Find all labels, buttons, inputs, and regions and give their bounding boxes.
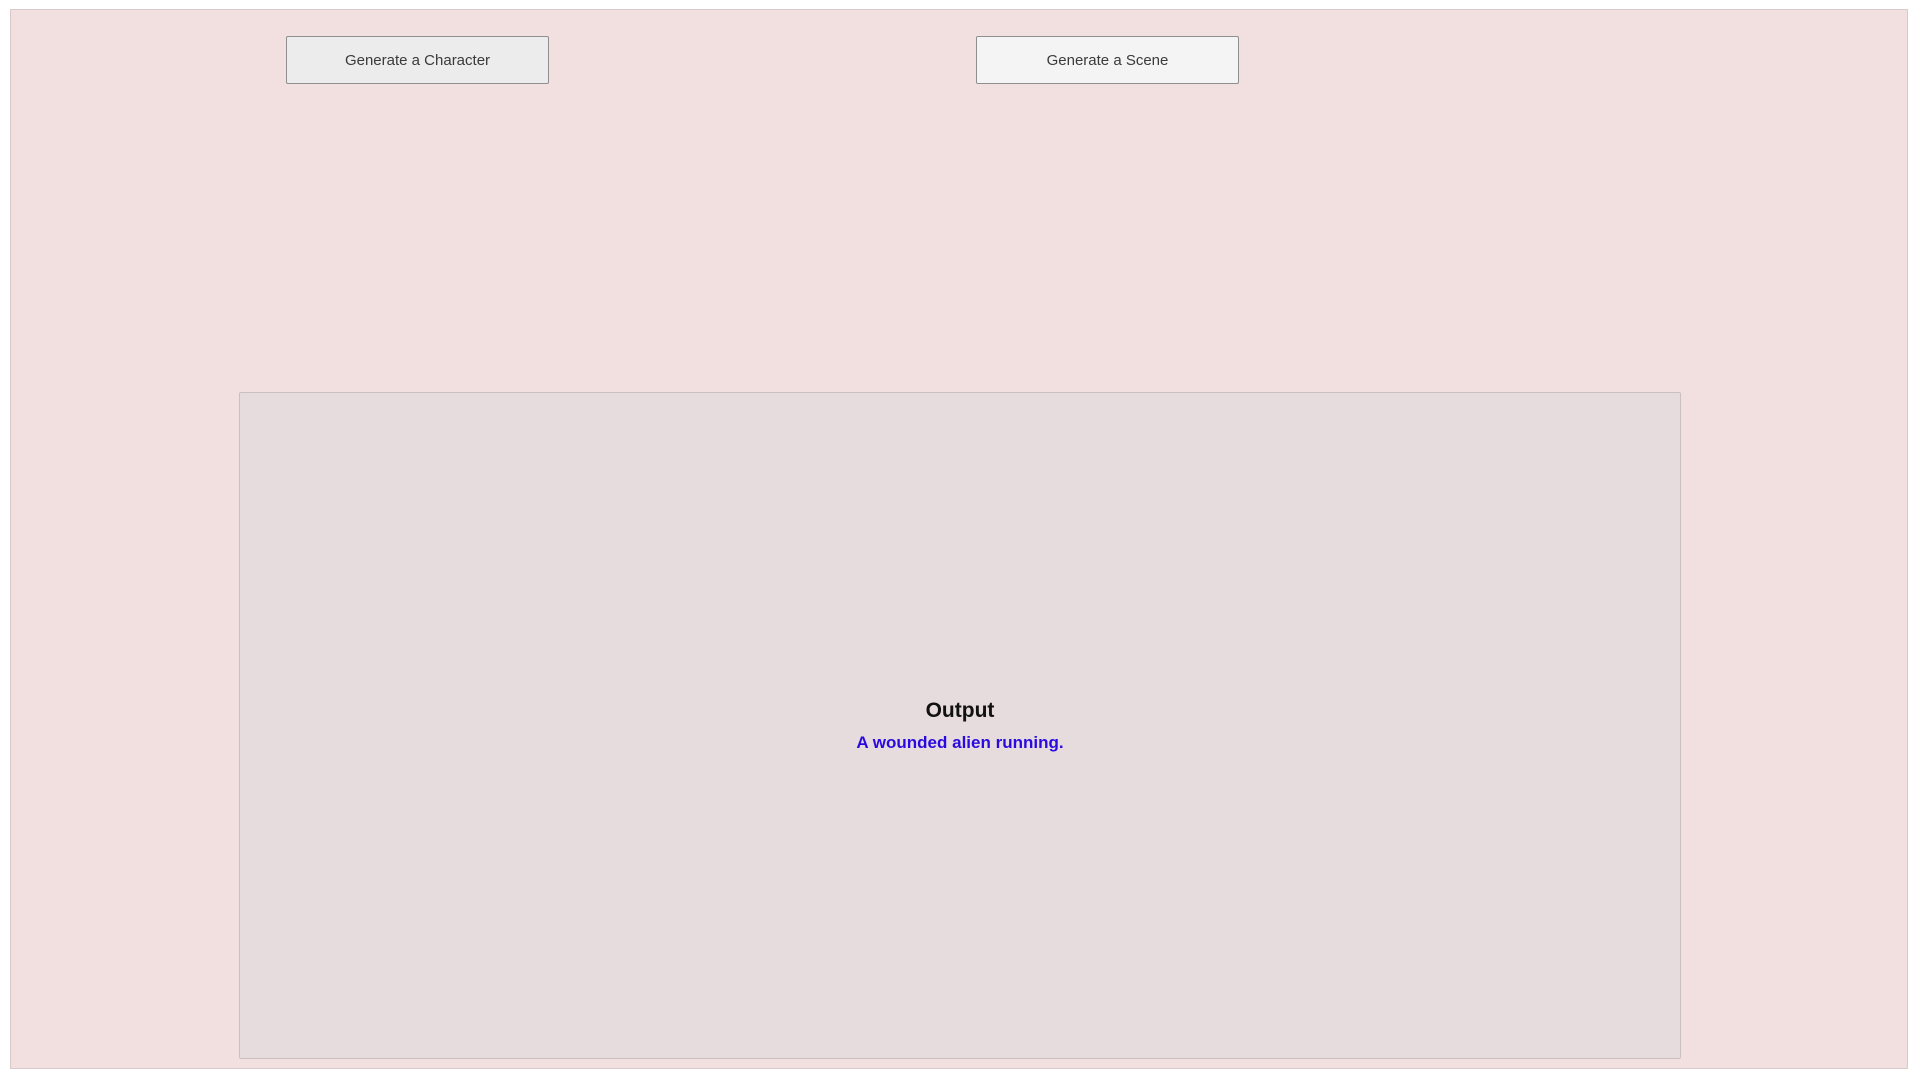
output-panel: Output A wounded alien running. (239, 392, 1681, 1059)
app-window: Generate a Character Generate a Scene Ou… (10, 9, 1908, 1069)
output-heading: Output (925, 698, 995, 722)
output-result-text: A wounded alien running. (856, 732, 1064, 752)
generate-scene-button[interactable]: Generate a Scene (976, 36, 1239, 84)
generate-character-button[interactable]: Generate a Character (286, 36, 549, 84)
